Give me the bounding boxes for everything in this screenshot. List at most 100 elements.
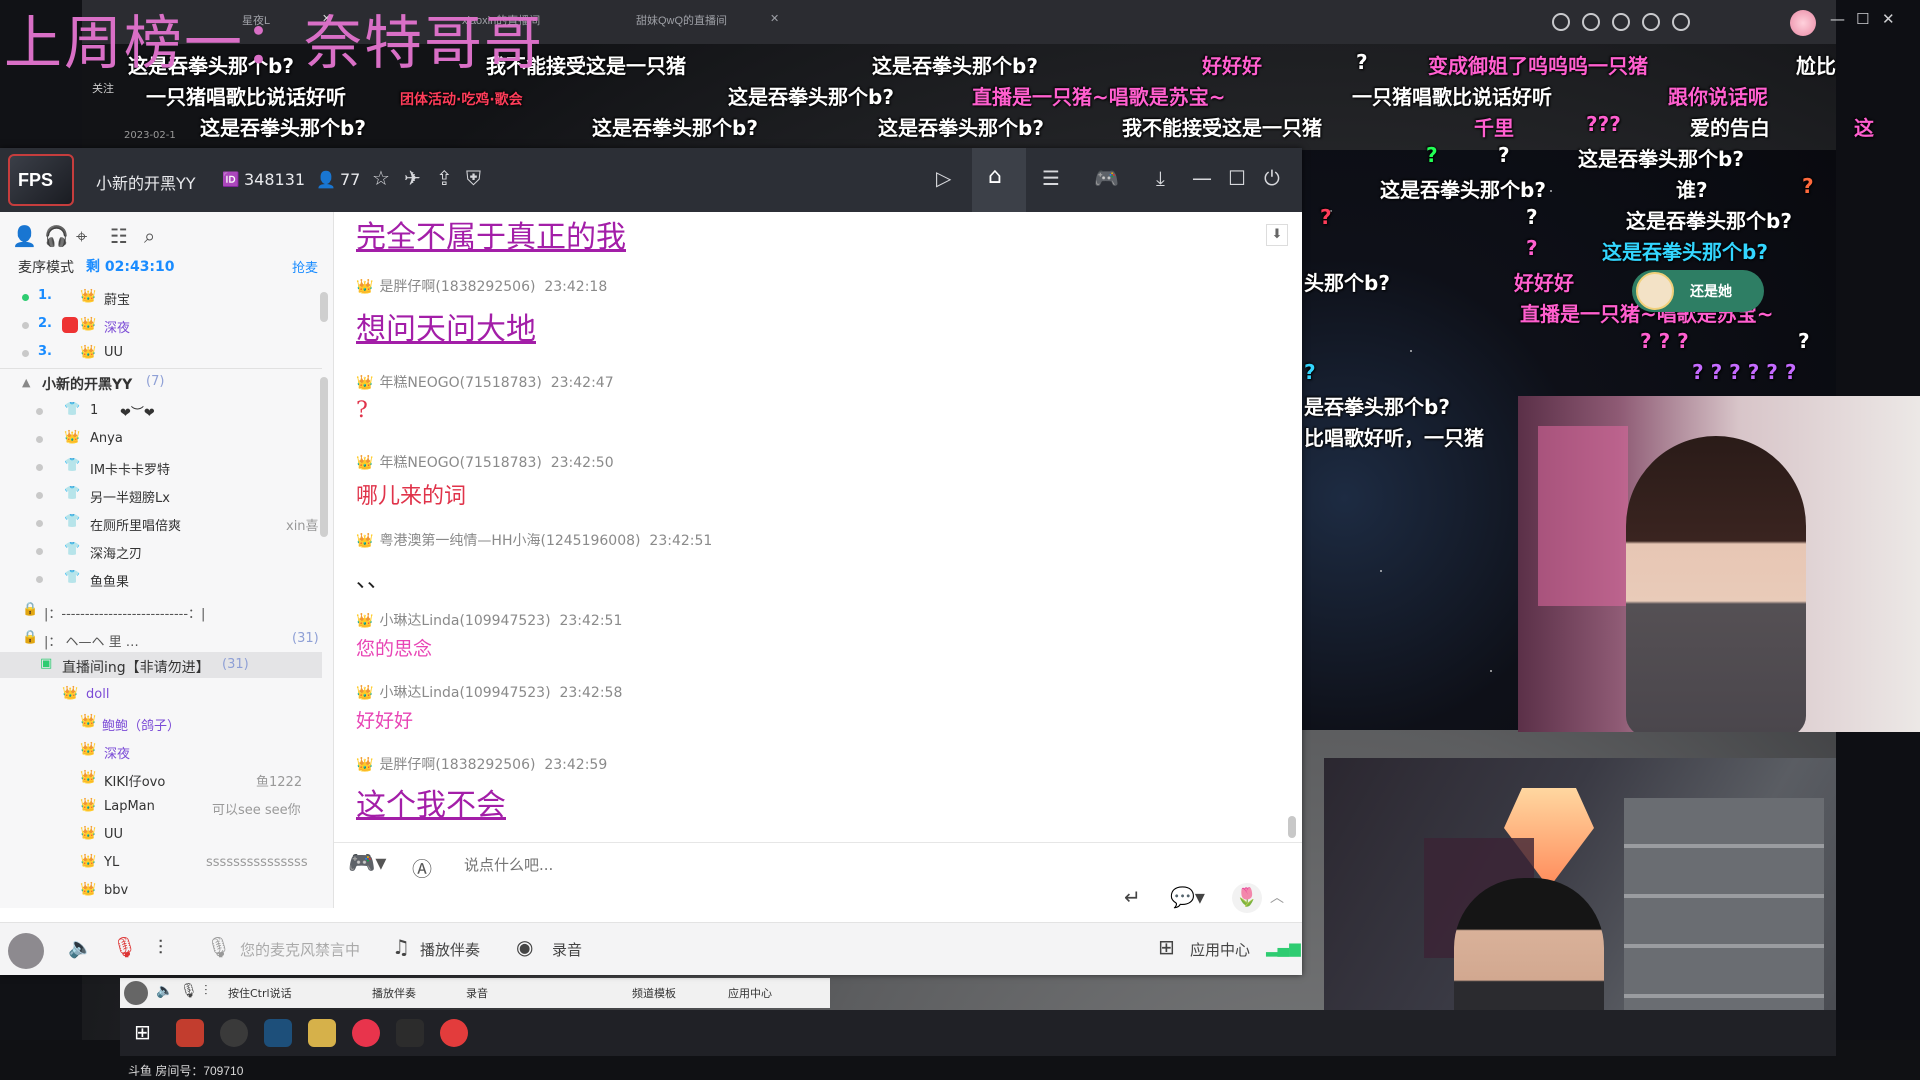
scrollbar[interactable] xyxy=(320,377,328,537)
queue-name[interactable]: 蔚宝 xyxy=(104,289,130,308)
history-icon[interactable] xyxy=(1552,13,1570,31)
member-name[interactable]: 深夜 xyxy=(104,743,130,762)
member-name[interactable]: 在厕所里唱倍爽 xyxy=(90,515,181,534)
play-accompaniment-button[interactable]: 播放伴奏 xyxy=(420,939,480,960)
chat-sender[interactable]: 小琳达Linda(109947523) xyxy=(379,613,550,629)
chat-sender[interactable]: 年糕NEOGO(71518783) xyxy=(379,455,541,471)
app-center[interactable]: 应用中心 xyxy=(728,985,772,1001)
press-to-talk[interactable]: 按住Ctrl说话 xyxy=(228,985,292,1001)
member-name[interactable]: bbv xyxy=(104,883,128,898)
emoji-gamepad-icon[interactable]: 🎮▾ xyxy=(348,851,386,876)
list-icon[interactable]: ☰ xyxy=(1042,166,1060,190)
record-icon[interactable]: ◉ xyxy=(516,935,533,959)
grid-icon[interactable]: ⊞ xyxy=(1158,935,1175,959)
equalizer-icon[interactable]: ⫶ xyxy=(204,983,208,999)
member-name[interactable]: Anya xyxy=(90,431,123,446)
channel-id: 348131 xyxy=(244,170,306,189)
close-icon[interactable]: ✕ xyxy=(1882,10,1895,28)
member-name[interactable]: 鲍鲍（鸽子） xyxy=(102,715,180,734)
scrollbar[interactable] xyxy=(320,292,328,322)
channel-template[interactable]: 频道模板 xyxy=(632,985,676,1001)
favorite-icon[interactable] xyxy=(1582,13,1600,31)
font-icon[interactable]: Ⓐ xyxy=(412,853,432,882)
app-center-button[interactable]: 应用中心 xyxy=(1190,939,1250,960)
list-icon[interactable]: ☷ xyxy=(110,224,128,248)
app-icon[interactable] xyxy=(352,1019,380,1047)
chat-sender[interactable]: 粤港澳第一纯情—HH小海(1245196008) xyxy=(379,533,640,549)
app-icon[interactable] xyxy=(220,1019,248,1047)
scroll-down-icon[interactable]: ⬇ xyxy=(1266,224,1288,246)
chat-sender[interactable]: 年糕NEOGO(71518783) xyxy=(379,375,541,391)
member-name[interactable]: 鱼鱼果 xyxy=(90,571,129,590)
mic-off-icon[interactable]: 🎙 xyxy=(112,935,137,959)
plane-icon[interactable]: ✈ xyxy=(404,166,421,190)
chat-bubble-icon[interactable]: 💬▾ xyxy=(1170,885,1205,909)
minimize-icon[interactable]: — xyxy=(1192,166,1212,190)
shield-icon[interactable]: ⛨ xyxy=(466,166,481,190)
chevron-down-icon[interactable]: ▲ xyxy=(22,376,30,389)
live-room-title[interactable]: 直播间ing【非请勿进】 xyxy=(62,657,210,677)
chat-sender[interactable]: 是胖仔啊(1838292506) xyxy=(379,279,535,295)
avatar[interactable] xyxy=(1790,10,1816,36)
windows-icon[interactable]: ⊞ xyxy=(134,1020,151,1044)
locked-room[interactable]: |：---------------------------：| xyxy=(44,603,205,622)
enter-icon[interactable]: ↵ xyxy=(1124,885,1141,909)
mic-icon[interactable]: 🎙 xyxy=(180,983,198,999)
equalizer-icon[interactable]: ⫶ xyxy=(158,935,163,959)
record-button[interactable]: 录音 xyxy=(466,985,488,1001)
member-name[interactable]: 深海之刃 xyxy=(90,543,142,562)
crown-icon: 👑 xyxy=(80,345,97,360)
queue-name[interactable]: UU xyxy=(104,345,123,360)
app-icon[interactable] xyxy=(176,1019,204,1047)
queue-name[interactable]: 深夜 xyxy=(104,317,130,336)
app-icon[interactable] xyxy=(308,1019,336,1047)
member-name[interactable]: YL xyxy=(104,855,119,870)
maximize-icon[interactable]: ☐ xyxy=(1856,10,1869,28)
chevron-up-icon[interactable]: ︿ xyxy=(1270,887,1284,907)
record-button[interactable]: 录音 xyxy=(552,939,582,960)
member-name[interactable]: UU xyxy=(104,827,123,842)
app-icon[interactable] xyxy=(264,1019,292,1047)
gear-icon[interactable] xyxy=(1672,13,1690,31)
scrollbar[interactable] xyxy=(1288,816,1296,838)
search-icon[interactable]: ⌕ xyxy=(144,224,155,248)
music-icon[interactable]: ♫ xyxy=(392,935,410,959)
member-name[interactable]: doll xyxy=(86,687,109,702)
avatar[interactable] xyxy=(8,933,44,969)
gamepad-icon[interactable]: 🎮 xyxy=(1094,166,1119,190)
member-name[interactable]: 1 xyxy=(90,403,98,418)
member-name[interactable]: KIKI仔ovo xyxy=(104,771,165,790)
play-accompaniment[interactable]: 播放伴奏 xyxy=(372,985,416,1001)
headset-icon[interactable]: 🎧 xyxy=(44,224,69,248)
flower-icon[interactable]: 🌷 xyxy=(1232,883,1262,913)
star-icon[interactable]: ☆ xyxy=(372,166,390,190)
tab-home[interactable]: ⌂ xyxy=(972,148,1026,212)
user-icon[interactable]: 👤 xyxy=(12,224,37,248)
close-icon[interactable]: ✕ xyxy=(770,12,779,25)
speaker-icon[interactable]: 🔈 xyxy=(68,935,93,959)
room-title[interactable]: 小新的开黑YY xyxy=(42,374,132,394)
chat-sender[interactable]: 小琳达Linda(109947523) xyxy=(379,685,550,701)
calendar-icon[interactable] xyxy=(1612,13,1630,31)
share-icon[interactable]: ⇪ xyxy=(436,166,453,190)
locked-room[interactable]: |： ヘ—ヘ 里 … xyxy=(44,631,139,650)
download-icon[interactable]: ⤓ xyxy=(1156,166,1165,190)
member-name[interactable]: 另一半翅膀Lx xyxy=(90,487,170,506)
message-icon[interactable] xyxy=(1642,13,1660,31)
power-icon[interactable]: ⏻ xyxy=(1264,166,1280,190)
location-icon[interactable]: ⌖ xyxy=(76,224,87,248)
member-name[interactable]: LapMan xyxy=(104,799,155,814)
maximize-icon[interactable]: ☐ xyxy=(1228,166,1246,190)
member-name[interactable]: IM卡卡卡罗特 xyxy=(90,459,170,478)
grab-mic-button[interactable]: 抢麦 xyxy=(292,257,318,276)
speaker-icon[interactable]: 🔈 xyxy=(156,983,173,999)
app-icon[interactable] xyxy=(440,1019,468,1047)
chat-input[interactable] xyxy=(464,851,1164,879)
chat-sender[interactable]: 是胖仔啊(1838292506) xyxy=(379,757,535,773)
app-icon[interactable] xyxy=(396,1019,424,1047)
video-icon[interactable]: ▷ xyxy=(936,166,951,190)
follow-label[interactable]: 关注 xyxy=(92,80,114,96)
minimize-icon[interactable]: — xyxy=(1830,10,1845,28)
browser-tab[interactable]: 甜妹QwQ的直播间 xyxy=(636,12,727,28)
danmaku: ??? xyxy=(1586,112,1621,136)
